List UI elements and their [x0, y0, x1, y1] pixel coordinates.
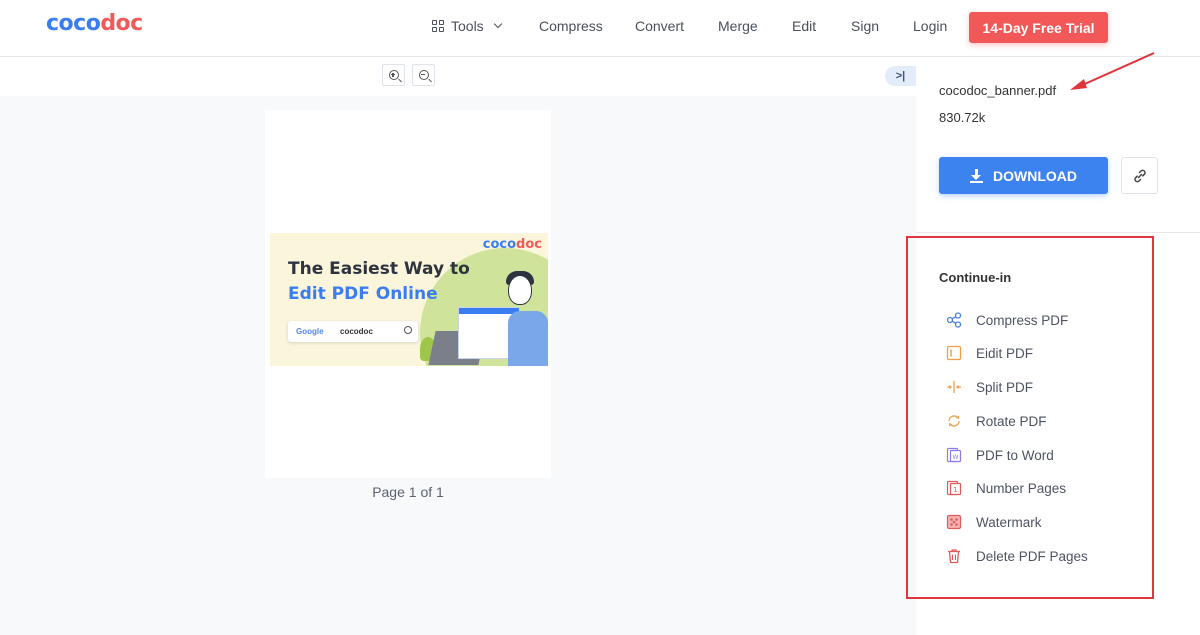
banner-headline-2: Edit PDF Online: [288, 284, 438, 304]
side-divider: [916, 232, 1200, 233]
grid-icon: [432, 20, 444, 32]
download-label: DOWNLOAD: [993, 167, 1077, 184]
trash-icon: [948, 549, 960, 564]
continue-rotate-pdf[interactable]: Rotate PDF: [946, 413, 1047, 429]
continue-item-label: Eidit PDF: [976, 345, 1034, 361]
edit-pdf-icon: [946, 345, 962, 361]
rotate-icon: [948, 415, 960, 427]
split-icon: [947, 381, 961, 393]
file-name: cocodoc_banner.pdf: [939, 83, 1057, 98]
svg-text:W: W: [953, 454, 959, 461]
nav-tools-label: Tools: [451, 18, 484, 34]
nav-tools[interactable]: Tools: [432, 18, 502, 34]
page-indicator: Page 1 of 1: [372, 484, 444, 500]
svg-text:1: 1: [953, 486, 957, 494]
continue-item-label: Split PDF: [976, 379, 1034, 395]
download-button[interactable]: DOWNLOAD: [939, 157, 1108, 194]
continue-delete-pdf-pages[interactable]: Delete PDF Pages: [946, 548, 1088, 564]
search-icon: [404, 326, 412, 334]
share-nodes-icon: [946, 312, 962, 328]
word-doc-icon: W: [946, 447, 962, 463]
watermark-icon: [946, 514, 962, 530]
banner-headline-1: The Easiest Way to: [288, 259, 470, 279]
viewer-toolbar: >|: [0, 57, 916, 96]
nav-merge[interactable]: Merge: [718, 18, 758, 34]
continue-number-pages[interactable]: 1 Number Pages: [946, 480, 1066, 496]
continue-item-label: Rotate PDF: [976, 413, 1047, 429]
person-body-illustration: [508, 311, 548, 366]
continue-compress-pdf[interactable]: Compress PDF: [946, 312, 1068, 328]
banner-search-box: Google cocodoc: [288, 321, 418, 342]
nav-convert[interactable]: Convert: [635, 18, 684, 34]
annotation-arrow-icon: [1070, 52, 1155, 90]
continue-edit-pdf[interactable]: Eidit PDF: [946, 345, 1033, 361]
continue-split-pdf[interactable]: Split PDF: [946, 379, 1033, 395]
continue-in-panel: Continue-in Compress PDF Eidit PDF Split…: [906, 236, 1154, 599]
zoom-out-button[interactable]: [412, 64, 435, 86]
chevron-down-icon: [493, 19, 502, 29]
file-size: 830.72k: [939, 110, 986, 125]
zoom-out-icon: [418, 70, 429, 80]
person-head-illustration: [508, 275, 532, 305]
continue-in-title: Continue-in: [939, 270, 1012, 285]
continue-item-label: PDF to Word: [976, 447, 1054, 463]
collapse-panel-button[interactable]: >|: [885, 66, 916, 86]
zoom-in-button[interactable]: [382, 64, 405, 86]
nav-edit[interactable]: Edit: [792, 18, 816, 34]
continue-pdf-to-word[interactable]: W PDF to Word: [946, 447, 1054, 463]
continue-item-label: Compress PDF: [976, 312, 1069, 328]
nav-sign[interactable]: Sign: [851, 18, 879, 34]
link-icon: [1133, 169, 1146, 182]
banner-logo: cocodoc: [482, 237, 542, 252]
banner-image: cocodoc The Easiest Way to Edit PDF Onli…: [270, 233, 548, 366]
cocodoc-logo[interactable]: cocodoc: [46, 11, 143, 36]
banner-search-query: cocodoc: [340, 327, 373, 336]
copy-link-button[interactable]: [1121, 157, 1158, 194]
nav-compress[interactable]: Compress: [539, 18, 603, 34]
continue-item-label: Number Pages: [976, 480, 1067, 496]
pdf-viewer: >| cocodoc The Easiest Way to Edit PDF O…: [0, 57, 916, 635]
continue-watermark[interactable]: Watermark: [946, 514, 1042, 530]
pdf-page: cocodoc The Easiest Way to Edit PDF Onli…: [265, 110, 551, 478]
banner-search-engine: Google: [296, 327, 324, 336]
nav-login[interactable]: Login: [913, 18, 947, 34]
continue-item-label: Delete PDF Pages: [976, 548, 1088, 564]
zoom-in-icon: [388, 70, 399, 80]
continue-item-label: Watermark: [976, 514, 1042, 530]
number-pages-icon: 1: [946, 480, 962, 496]
free-trial-button[interactable]: 14-Day Free Trial: [969, 12, 1108, 43]
download-icon: [970, 168, 983, 183]
top-header: cocodoc Tools Compress Convert Merge Edi…: [0, 0, 1200, 57]
